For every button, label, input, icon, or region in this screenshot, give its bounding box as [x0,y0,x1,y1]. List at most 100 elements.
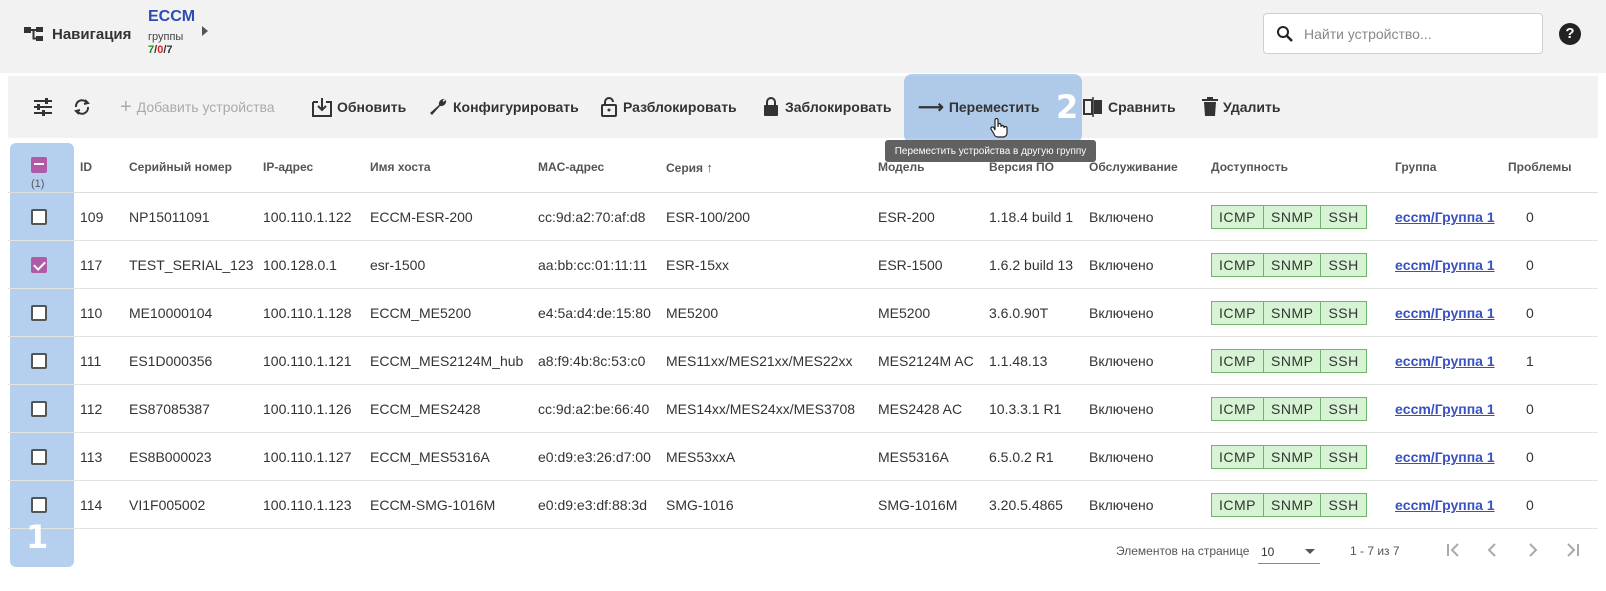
delete-label: Удалить [1223,99,1281,115]
group-link[interactable]: eccm/Группа 1 [1395,353,1495,369]
col-serial[interactable]: Серийный номер [129,160,232,174]
lock-icon [764,97,778,116]
sync-button[interactable] [72,76,92,138]
per-page-select[interactable]: 10 [1258,536,1320,564]
group-link[interactable]: eccm/Группа 1 [1395,449,1495,465]
help-icon[interactable]: ? [1559,23,1581,45]
access-chip: SNMP [1264,349,1322,373]
configure-button[interactable]: Конфигурировать [428,76,579,138]
prev-page-button[interactable] [1480,538,1504,562]
col-access[interactable]: Доступность [1211,160,1288,174]
col-id[interactable]: ID [80,160,92,174]
group-link[interactable]: eccm/Группа 1 [1395,305,1495,321]
row-checkbox[interactable] [31,497,47,513]
table-row[interactable]: 111 ES1D000356 100.110.1.121 ECCM_MES2124M_… [8,337,1598,385]
access-chip: SNMP [1264,301,1322,325]
caret-down-icon [1305,549,1315,554]
per-page-label: Элементов на странице [1116,544,1250,558]
cell-service: Включено [1089,497,1154,513]
group-counts: 7/0/7 [148,44,195,56]
access-chips: ICMP SNMP SSH [1211,397,1367,421]
per-page-value: 10 [1261,545,1275,559]
navigation-button[interactable]: Навигация [24,24,131,44]
cell-model: ME5200 [878,305,931,321]
cell-series: MES11xx/MES21xx/MES22xx [666,353,853,369]
cell-serial: ES1D000356 [129,353,213,369]
cell-id: 109 [80,209,104,225]
delete-button[interactable]: Удалить [1202,76,1280,138]
group-link[interactable]: eccm/Группа 1 [1395,209,1495,225]
col-service[interactable]: Обслуживание [1089,160,1178,174]
lock-button[interactable]: Заблокировать [762,76,892,138]
cell-series: ME5200 [666,305,719,321]
cell-service: Включено [1089,449,1154,465]
move-button[interactable]: ⟶ Переместить [918,76,1039,138]
col-model[interactable]: Модель [878,160,924,174]
table-row[interactable]: 113 ES8B000023 100.110.1.127 ECCM_MES5316A e… [8,433,1598,481]
table-row[interactable]: 110 ME10000104 100.110.1.128 ECCM_ME5200 e4:… [8,289,1598,337]
col-hostname[interactable]: Имя хоста [370,160,431,174]
table-row[interactable]: 117 TEST_SERIAL_123 100.128.0.1 esr-1500 aa:… [8,241,1598,289]
brand-title: ECCM [148,8,196,25]
access-chip: SSH [1321,445,1367,469]
col-fw[interactable]: Версия ПО [989,160,1054,174]
hand-cursor-icon [990,118,1008,138]
plus-icon: + [120,95,132,118]
access-chip: SSH [1321,253,1367,277]
access-chip: ICMP [1211,301,1264,325]
row-checkbox[interactable] [31,305,47,321]
unlock-button[interactable]: Разблокировать [600,76,737,138]
col-series[interactable]: Серия ↑ [666,160,713,175]
group-link[interactable]: eccm/Группа 1 [1395,497,1495,513]
row-checkbox[interactable] [31,257,47,273]
cell-ip: 100.110.1.127 [263,449,352,465]
last-page-button[interactable] [1560,538,1584,562]
trash-icon [1202,97,1218,116]
arrow-right-icon: ⟶ [918,96,944,117]
first-page-icon [1447,543,1459,557]
compare-button[interactable]: Сравнить [1083,76,1176,138]
cell-mac: e0:d9:e3:df:88:3d [538,497,647,513]
cell-mac: cc:9d:a2:be:66:40 [538,401,650,417]
cell-service: Включено [1089,401,1154,417]
col-problems[interactable]: Проблемы [1508,160,1572,174]
cell-hostname: ECCM_MES5316A [370,449,490,465]
row-checkbox[interactable] [31,401,47,417]
col-group[interactable]: Группа [1395,160,1436,174]
cell-fw: 6.5.0.2 R1 [989,449,1054,465]
table-row[interactable]: 114 VI1F005002 100.110.1.123 ECCM-SMG-1016M… [8,481,1598,529]
table-row[interactable]: 112 ES87085387 100.110.1.126 ECCM_MES2428 cc… [8,385,1598,433]
search-input[interactable] [1304,25,1524,42]
group-breadcrumb[interactable]: ECCM группы 7/0/7 [148,8,195,56]
first-page-button[interactable] [1442,538,1466,562]
cell-serial: ES87085387 [129,401,210,417]
cell-id: 111 [80,353,102,369]
access-chip: SNMP [1264,493,1322,517]
device-search[interactable] [1263,13,1543,54]
cell-mac: cc:9d:a2:70:af:d8 [538,209,646,225]
col-ip[interactable]: IP-адрес [263,160,313,174]
add-devices-button[interactable]: + Добавить устройства [120,76,275,138]
column-settings-button[interactable] [33,76,53,138]
group-link[interactable]: eccm/Группа 1 [1395,257,1495,273]
access-chips: ICMP SNMP SSH [1211,445,1367,469]
col-mac[interactable]: MAC-адрес [538,160,604,174]
cell-id: 112 [80,401,103,417]
row-checkbox[interactable] [31,209,47,225]
group-link[interactable]: eccm/Группа 1 [1395,401,1495,417]
next-page-button[interactable] [1521,538,1545,562]
cell-fw: 1.18.4 build 1 [989,209,1074,225]
cell-fw: 3.6.0.90T [989,305,1049,321]
table-row[interactable]: 109 NP15011091 100.110.1.122 ECCM-ESR-200 cc… [8,193,1598,241]
count-all: 7 [166,44,173,56]
row-checkbox[interactable] [31,353,47,369]
cell-model: MES5316A [878,449,949,465]
chevron-right-icon[interactable] [202,26,208,36]
row-checkbox[interactable] [31,449,47,465]
refresh-button[interactable]: Обновить [312,76,406,138]
brand-subtitle: группы [148,31,184,43]
cell-id: 114 [80,497,103,513]
select-all-checkbox[interactable] [31,157,47,173]
compare-label: Сравнить [1108,99,1176,115]
cell-mac: e4:5a:d4:de:15:80 [538,305,651,321]
